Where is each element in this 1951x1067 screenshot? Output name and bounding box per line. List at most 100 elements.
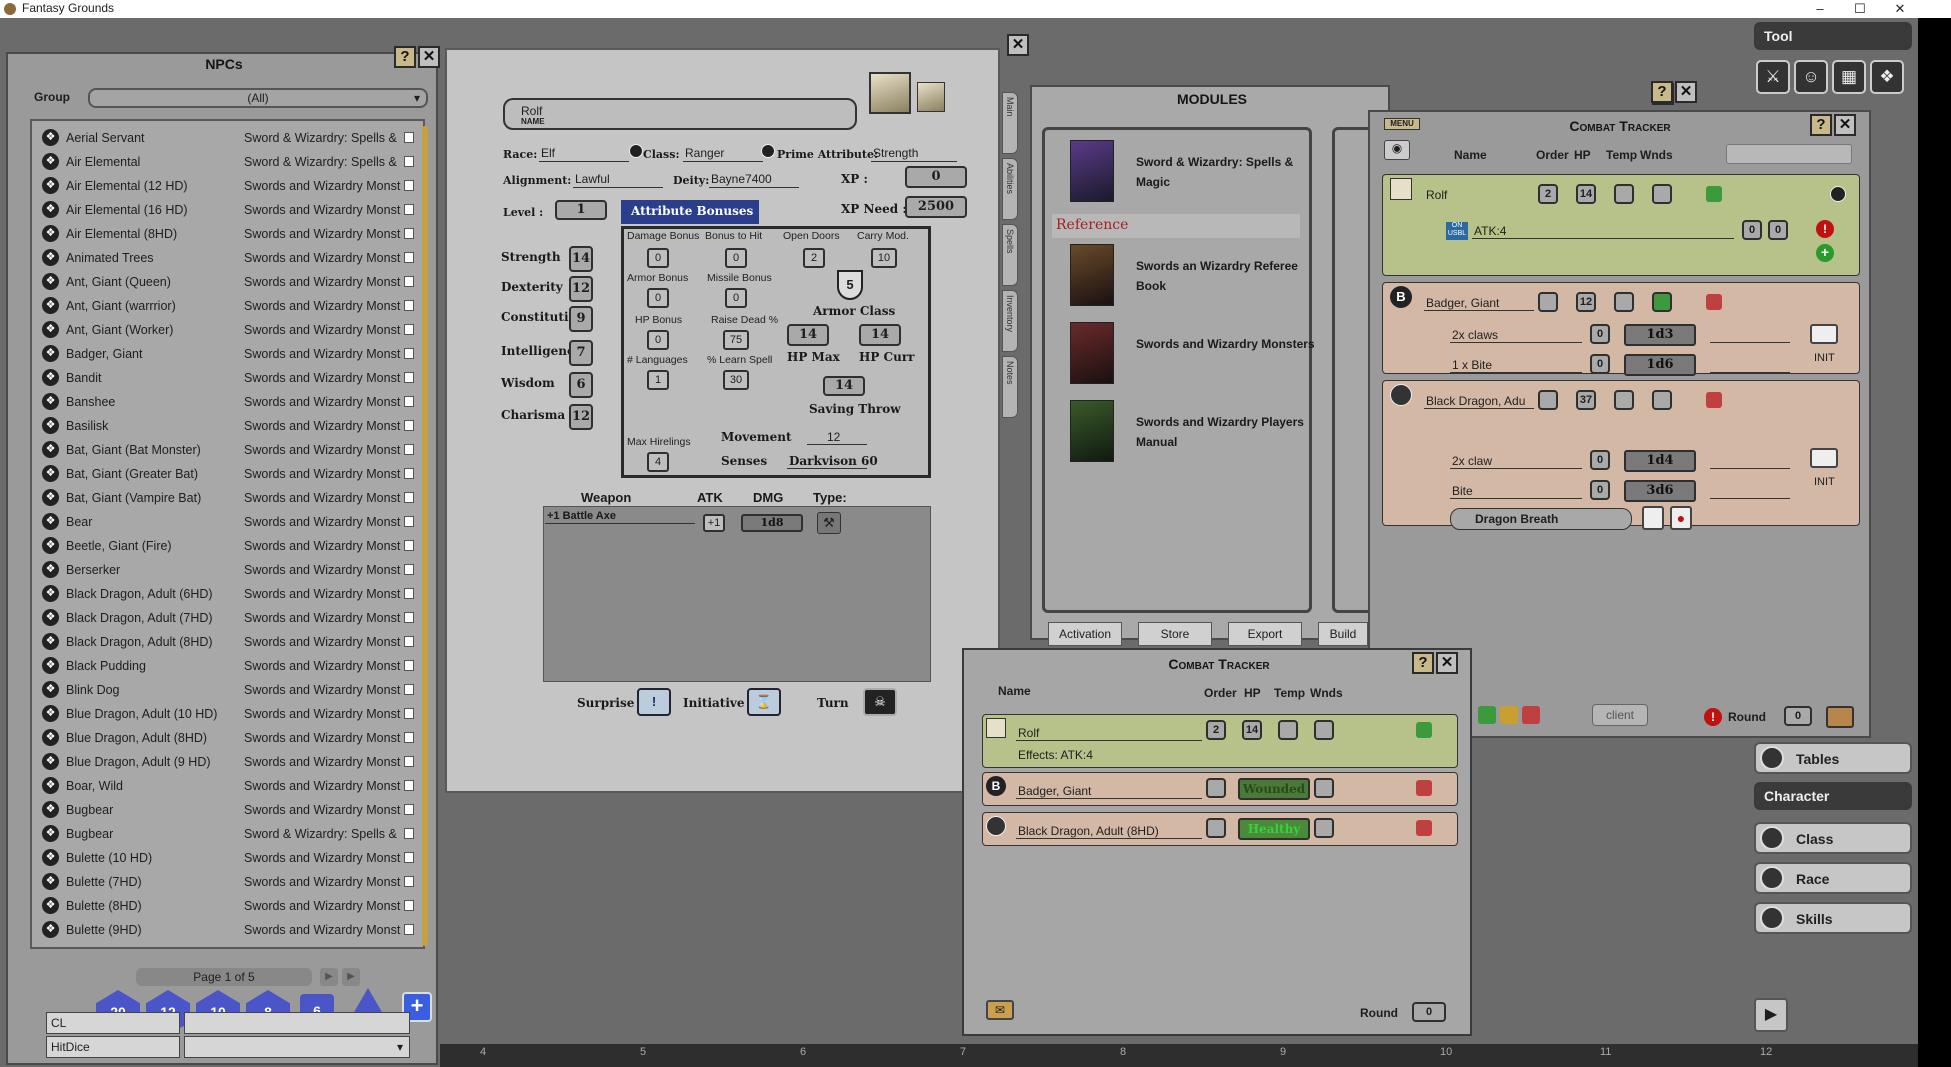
attribute-value[interactable]: 7 [569,340,593,366]
attack-name[interactable]: 2x claw [1452,454,1492,468]
npc-link-icon[interactable]: ❖ [42,801,59,818]
sidebar-item-class[interactable]: Class [1754,822,1912,854]
sidebar-item-race[interactable]: Race [1754,862,1912,894]
chat-message-icon[interactable]: ✉ [986,1000,1014,1020]
lock-icon[interactable] [404,924,414,935]
list-item[interactable]: ❖ Air Elemental (16 HD) Swords and Wizardr… [38,199,414,221]
armor-bonus-field[interactable]: 0 [647,288,669,308]
next-page-button[interactable]: ▶ [320,968,338,986]
shield-icon[interactable] [1642,506,1664,530]
hostile-face-icon[interactable] [1706,392,1722,408]
add-effect-button[interactable]: + [1816,244,1834,262]
ct-client-order-rolf[interactable]: 2 [1206,720,1226,740]
weapon-name[interactable]: +1 Battle Axe [547,510,616,522]
list-item[interactable]: ❖ Blink Dog Swords and Wizardry Monst [38,679,414,701]
list-item[interactable]: ❖ Ant, Giant (Worker) Swords and Wizardry … [38,319,414,341]
badger-token[interactable]: B [1390,286,1412,308]
effect-alert-icon[interactable]: ! [1816,220,1834,238]
attack-damage[interactable]: 1d6 [1624,354,1696,376]
round-field[interactable]: 0 [1784,706,1812,726]
lock-icon[interactable] [404,588,414,599]
lock-icon[interactable] [404,780,414,791]
activation-tab[interactable]: Activation [1048,622,1122,646]
list-item[interactable]: ❖ Black Dragon, Adult (6HD) Swords and Wiz… [38,583,414,605]
ct-client-help-button[interactable]: ? [1412,652,1434,674]
surprise-roll-icon[interactable]: ! [637,688,671,716]
lock-icon[interactable] [404,828,414,839]
badger-init-button[interactable] [1810,324,1838,344]
rolf-token[interactable] [1390,178,1412,200]
ct-order-dragon[interactable] [1538,390,1558,410]
ct-hp-badger[interactable]: 12 [1576,292,1596,312]
ct-client-wnds-badger[interactable] [1314,778,1334,798]
module-item[interactable]: Swords and Wizardry Players Manual [1070,400,1320,470]
race-link-icon[interactable] [629,144,643,158]
list-item[interactable]: ❖ Basilisk Swords and Wizardry Monst [38,415,414,437]
npc-link-icon[interactable]: ❖ [42,441,59,458]
skull-icon[interactable]: ☠ [863,688,897,716]
attack-name[interactable]: 1 x Bite [1452,358,1492,372]
attribute-value[interactable]: 12 [569,404,593,430]
ct-order-rolf[interactable]: 2 [1538,184,1558,204]
palette-icon[interactable]: ❖ [1870,60,1904,94]
open-doors-field[interactable]: 2 [803,248,825,268]
list-item[interactable]: ❖ Black Dragon, Adult (8HD) Swords and Wiz… [38,631,414,653]
lock-icon[interactable] [404,612,414,623]
list-item[interactable]: ❖ Aerial Servant Sword & Wizardry: Spells … [38,127,414,149]
npc-link-icon[interactable]: ❖ [42,585,59,602]
list-item[interactable]: ❖ Ant, Giant (Queen) Swords and Wizardry M… [38,271,414,293]
lock-icon[interactable] [404,900,414,911]
list-item[interactable]: ❖ Banshee Swords and Wizardry Monst [38,391,414,413]
build-tab[interactable]: Build [1318,622,1368,646]
store-tab[interactable]: Store [1138,622,1212,646]
xp-field[interactable]: 0 [905,166,967,188]
attack-name[interactable]: 2x claws [1452,328,1498,342]
party-icon[interactable]: ☺ [1794,60,1828,94]
lock-icon[interactable] [404,180,414,191]
effect-toggle[interactable]: ON USBL [1446,222,1468,240]
senses-value[interactable]: Darkvison 60 [789,454,878,468]
module-item[interactable]: Swords and Wizardry Monsters [1070,322,1320,392]
list-item[interactable]: ❖ Black Pudding Swords and Wizardry Monst [38,655,414,677]
ct-client-close-button[interactable]: ✕ [1436,652,1458,674]
hostile-face-icon[interactable] [1522,706,1540,724]
ct-order-badger[interactable] [1538,292,1558,312]
npc-close-button[interactable]: ✕ [418,46,440,68]
learn-spell-field[interactable]: 30 [723,370,749,390]
prime-attribute-value[interactable]: Strength [873,146,918,160]
lock-icon[interactable] [404,756,414,767]
npc-link-icon[interactable]: ❖ [42,321,59,338]
ct-hp-rolf[interactable]: 14 [1576,184,1596,204]
lock-icon[interactable] [404,396,414,407]
ct-temp-badger[interactable] [1614,292,1634,312]
tab-inventory[interactable]: Inventory [1002,290,1018,352]
axe-icon[interactable]: ⚒ [817,512,841,534]
lock-icon[interactable] [404,732,414,743]
calendar-icon[interactable]: ▦ [1832,60,1866,94]
npc-link-icon[interactable]: ❖ [42,729,59,746]
npc-link-icon[interactable]: ❖ [42,705,59,722]
xp-need-field[interactable]: 2500 [905,196,967,218]
deity-value[interactable]: Bayne7400 [711,172,772,186]
race-value[interactable]: Elf [541,146,555,160]
ct-client-wnds-dragon[interactable] [1314,818,1334,838]
client-button[interactable]: client [1592,704,1648,726]
attack-bonus[interactable]: 0 [1590,480,1610,500]
npc-link-icon[interactable]: ❖ [42,273,59,290]
lock-icon[interactable] [404,156,414,167]
npc-link-icon[interactable]: ❖ [42,249,59,266]
npc-link-icon[interactable]: ❖ [42,921,59,938]
list-item[interactable]: ❖ Air Elemental Sword & Wizardry: Spells & [38,151,414,173]
lock-icon[interactable] [404,492,414,503]
list-item[interactable]: ❖ Bulette (7HD) Swords and Wizardry Monst [38,871,414,893]
character-header[interactable]: Character [1754,782,1912,810]
ct-effect-rolf[interactable]: ATK:4 [1474,224,1506,238]
ct-client-order-badger[interactable] [1206,778,1226,798]
npc-link-icon[interactable]: ❖ [42,369,59,386]
attribute-value[interactable]: 6 [569,372,593,398]
modifier-field-cl[interactable]: CL [46,1012,180,1034]
hp-max-field[interactable]: 14 [787,324,829,346]
ct-client-name-badger[interactable]: Badger, Giant [1018,784,1091,798]
npc-link-icon[interactable]: ❖ [42,129,59,146]
modifier-select[interactable]: ▾ [184,1036,410,1058]
